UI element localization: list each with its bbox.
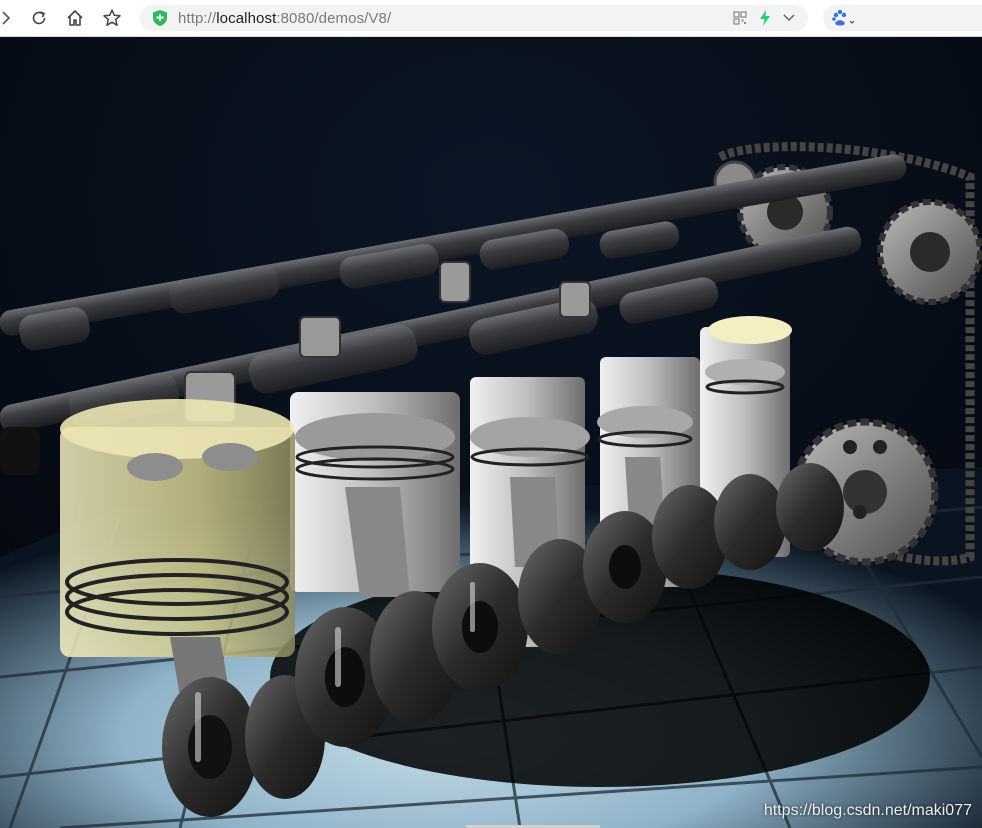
search-engine-box[interactable] — [823, 5, 982, 31]
url-scheme: http:// — [178, 10, 217, 27]
address-bar[interactable]: http://localhost:8080/demos/V8/ — [140, 5, 808, 31]
lightning-icon[interactable] — [757, 10, 773, 26]
reload-icon[interactable] — [27, 6, 51, 30]
webgl-canvas[interactable]: https://blog.csdn.net/maki077 — [0, 37, 982, 828]
browser-toolbar: http://localhost:8080/demos/V8/ — [0, 0, 982, 37]
forward-icon[interactable] — [0, 6, 18, 30]
shield-icon[interactable] — [152, 9, 168, 27]
url-host: localhost — [216, 10, 277, 27]
star-icon[interactable] — [100, 6, 124, 30]
chevron-down-icon[interactable] — [781, 10, 797, 26]
url-text[interactable]: http://localhost:8080/demos/V8/ — [178, 10, 391, 27]
baidu-paw-icon[interactable] — [831, 9, 855, 32]
watermark-text: https://blog.csdn.net/maki077 — [763, 802, 972, 819]
v8-engine-render — [0, 37, 982, 828]
url-path: :8080/demos/V8/ — [276, 10, 392, 27]
qr-code-icon[interactable] — [732, 10, 748, 26]
home-icon[interactable] — [63, 6, 87, 30]
